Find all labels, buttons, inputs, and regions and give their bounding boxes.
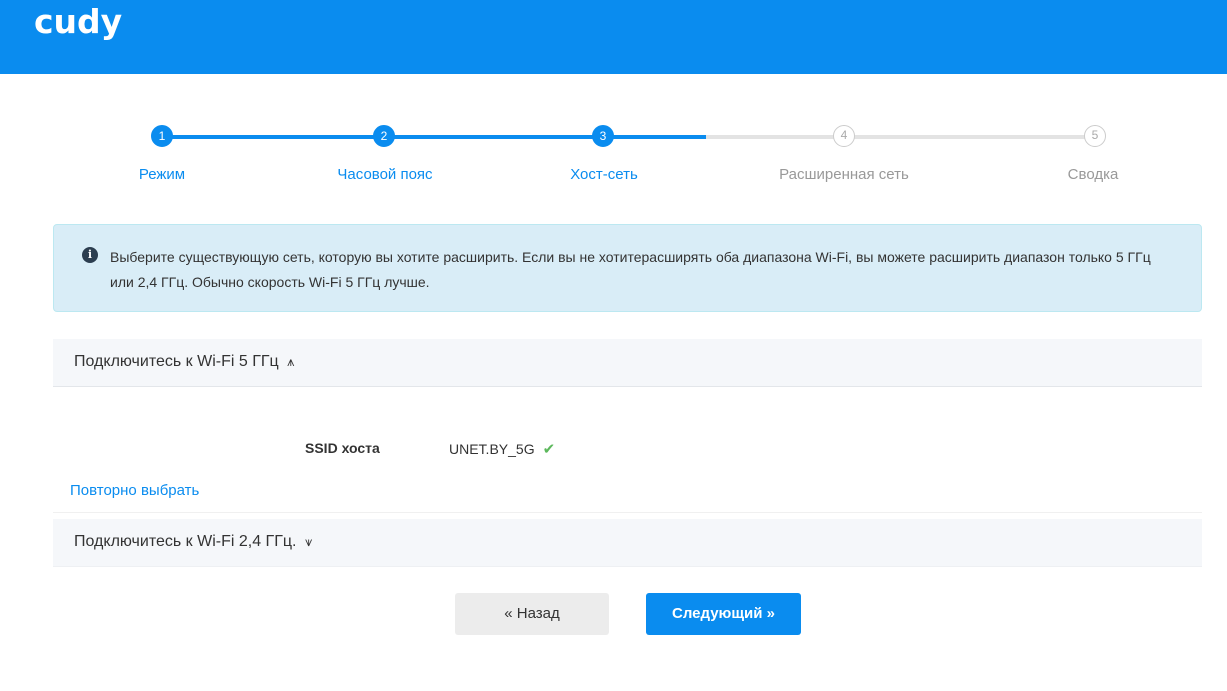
step-4-circle: 4 <box>833 125 855 147</box>
info-alert-text: Выберите существующую сеть, которую вы х… <box>110 249 1151 290</box>
step-5-circle: 5 <box>1084 125 1106 147</box>
step-2-circle: 2 <box>373 125 395 147</box>
step-4-label: Расширенная сеть <box>779 166 909 183</box>
host-ssid-label: SSID хоста <box>305 440 380 456</box>
step-1-label: Режим <box>138 166 186 183</box>
section-5ghz-header[interactable]: Подключитесь к Wi-Fi 5 ГГц ⩚ <box>53 339 1202 387</box>
divider <box>53 512 1202 513</box>
progress-track-pending <box>706 135 1095 139</box>
section-5ghz-title: Подключитесь к Wi-Fi 5 ГГц <box>74 353 279 370</box>
progress-track-done <box>162 135 706 139</box>
section-5ghz-title-row: Подключитесь к Wi-Fi 5 ГГц ⩚ <box>74 353 294 371</box>
step-2-label: Часовой пояс <box>337 166 433 183</box>
step-3-circle: 3 <box>592 125 614 147</box>
next-button[interactable]: Следующий » <box>646 593 801 635</box>
setup-wizard-stepper: 1 2 3 4 5 Режим Часовой пояс Хост-сеть Р… <box>0 74 1227 224</box>
chevron-double-up-icon[interactable]: ⩚ <box>287 354 294 369</box>
cudy-logo: cudy <box>34 2 123 41</box>
section-24ghz-title-row: Подключитесь к Wi-Fi 2,4 ГГц. ⩛ <box>74 533 312 551</box>
top-bar: cudy <box>0 0 1227 74</box>
info-circle-icon: i <box>82 247 98 263</box>
back-button[interactable]: « Назад <box>455 593 609 635</box>
section-24ghz-header[interactable]: Подключитесь к Wi-Fi 2,4 ГГц. ⩛ <box>53 519 1202 567</box>
host-ssid-value-row: UNET.BY_5G ✔ <box>449 440 555 458</box>
host-ssid-value: UNET.BY_5G <box>449 441 535 457</box>
section-24ghz-title: Подключитесь к Wi-Fi 2,4 ГГц. <box>74 533 297 550</box>
info-alert: i Выберите существующую сеть, которую вы… <box>53 224 1202 312</box>
chevron-double-down-icon[interactable]: ⩛ <box>305 534 312 549</box>
step-1-circle: 1 <box>151 125 173 147</box>
step-5-label: Сводка <box>1067 166 1119 183</box>
step-3-label: Хост-сеть <box>570 166 638 183</box>
checkmark-icon: ✔ <box>542 441 556 458</box>
reselect-link[interactable]: Повторно выбрать <box>70 482 199 499</box>
